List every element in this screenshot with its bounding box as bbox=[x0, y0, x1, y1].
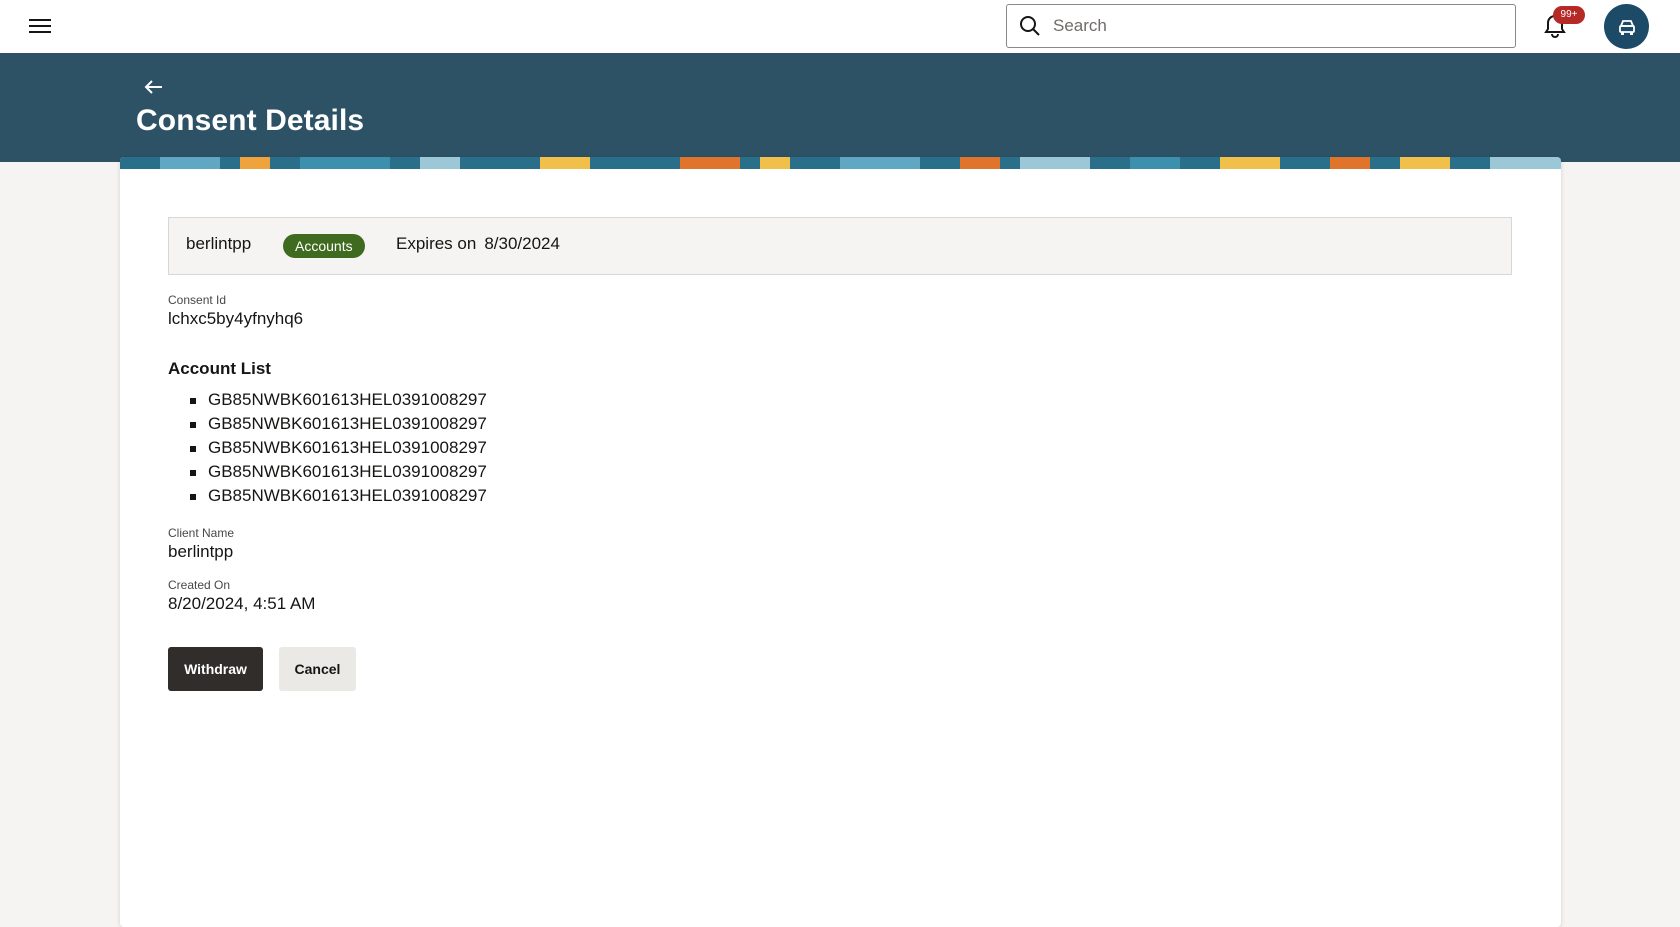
consent-type-badge: Accounts bbox=[283, 234, 365, 258]
top-bar: 99+ bbox=[0, 0, 1680, 53]
search-icon bbox=[1020, 16, 1040, 36]
account-list: GB85NWBK601613HEL0391008297 GB85NWBK6016… bbox=[190, 388, 487, 508]
client-name-value: berlintpp bbox=[168, 542, 234, 561]
created-on-label: Created On bbox=[168, 578, 231, 592]
client-name-label: Client Name bbox=[168, 526, 235, 540]
cancel-button[interactable]: Cancel bbox=[279, 647, 356, 691]
consent-id-value: lchxc5by4yfnyhq6 bbox=[168, 309, 304, 328]
search-input[interactable] bbox=[1053, 5, 1515, 47]
decorative-pattern-strip bbox=[120, 157, 1561, 169]
consent-details-card: berlintpp Accounts Expires on 8/30/2024 C… bbox=[120, 157, 1561, 927]
expires-label: Expires on bbox=[396, 234, 477, 253]
notification-count-badge: 99+ bbox=[1553, 6, 1585, 24]
user-avatar-icon bbox=[1618, 19, 1635, 35]
list-item: GB85NWBK601613HEL0391008297 bbox=[190, 412, 487, 436]
consent-id-label: Consent Id bbox=[168, 293, 227, 307]
user-avatar[interactable] bbox=[1604, 4, 1649, 49]
expiry-info: Expires on 8/30/2024 bbox=[396, 234, 560, 254]
withdraw-button[interactable]: Withdraw bbox=[168, 647, 263, 691]
account-list-title: Account List bbox=[168, 359, 271, 378]
back-arrow-icon[interactable] bbox=[143, 77, 165, 97]
created-on-value: 8/20/2024, 4:51 AM bbox=[168, 594, 316, 613]
page-title: Consent Details bbox=[136, 104, 365, 137]
summary-client-name: berlintpp bbox=[186, 234, 252, 253]
consent-summary-bar: berlintpp Accounts Expires on 8/30/2024 bbox=[168, 217, 1512, 275]
list-item: GB85NWBK601613HEL0391008297 bbox=[190, 388, 487, 412]
list-item: GB85NWBK601613HEL0391008297 bbox=[190, 460, 487, 484]
expires-date: 8/30/2024 bbox=[484, 234, 560, 253]
list-item: GB85NWBK601613HEL0391008297 bbox=[190, 484, 487, 508]
hamburger-menu-icon[interactable] bbox=[26, 15, 54, 37]
search-box[interactable] bbox=[1006, 4, 1516, 48]
list-item: GB85NWBK601613HEL0391008297 bbox=[190, 436, 487, 460]
